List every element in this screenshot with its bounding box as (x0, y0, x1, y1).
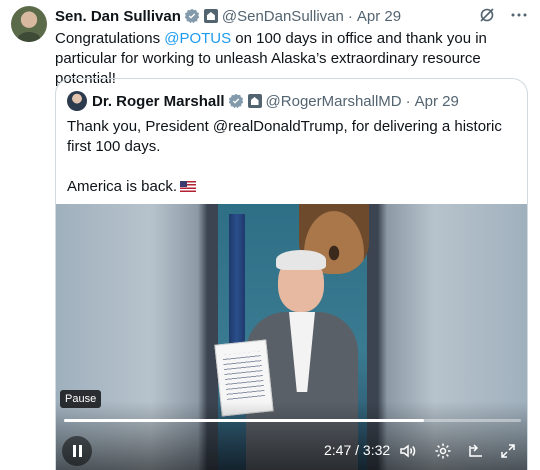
quoted-text: Thank you, President @realDonaldTrump, f… (67, 117, 517, 197)
separator-dot: · (347, 7, 353, 25)
progress-bar[interactable] (64, 419, 521, 422)
quoted-author-name[interactable]: Dr. Roger Marshall (92, 93, 225, 110)
us-flag-icon (180, 181, 197, 192)
tweet-header: Sen. Dan Sullivan @SenDanSullivan · Apr … (55, 6, 401, 26)
volume-icon[interactable] (399, 442, 417, 460)
progress-fill (64, 419, 425, 422)
verified-badge-icon (184, 8, 200, 24)
fullscreen-icon[interactable] (499, 442, 517, 460)
grok-icon[interactable] (478, 6, 496, 24)
settings-icon[interactable] (434, 442, 452, 460)
author-handle[interactable]: @SenDanSullivan (222, 8, 344, 25)
separator-dot: · (405, 92, 411, 110)
time-display: 2:47 / 3:32 (324, 442, 391, 458)
tweet-text-start: Congratulations (55, 30, 165, 47)
quoted-header: Dr. Roger Marshall @RogerMarshallMD · Ap… (92, 91, 459, 111)
tweet-date[interactable]: Apr 29 (357, 8, 401, 25)
government-label-icon[interactable] (203, 9, 218, 23)
quoted-author-handle[interactable]: @RogerMarshallMD (266, 93, 402, 110)
mention-link[interactable]: @POTUS (164, 30, 231, 47)
header-actions (478, 6, 528, 24)
tweet[interactable]: Sen. Dan Sullivan @SenDanSullivan · Apr … (0, 0, 540, 470)
video-player[interactable]: Pause 2:47 / 3:32 (56, 204, 527, 470)
quoted-tweet[interactable]: Dr. Roger Marshall @RogerMarshallMD · Ap… (55, 78, 528, 470)
quoted-date[interactable]: Apr 29 (415, 93, 459, 110)
pause-button[interactable] (62, 436, 92, 466)
quoted-text-line2: America is back. (67, 178, 178, 195)
video-controls-shade (56, 401, 527, 470)
author-name[interactable]: Sen. Dan Sullivan (55, 8, 181, 25)
quoted-avatar[interactable] (67, 91, 87, 111)
avatar[interactable] (11, 6, 47, 42)
quoted-text-line1: Thank you, President @realDonaldTrump, f… (67, 118, 502, 155)
more-icon[interactable] (510, 6, 528, 24)
government-label-icon[interactable] (247, 94, 262, 108)
pause-tooltip: Pause (60, 390, 102, 408)
verified-badge-icon (228, 93, 244, 109)
speaker-hair (276, 250, 326, 270)
quoted-text-line2-wrap: America is back. (67, 177, 517, 197)
pip-icon[interactable] (467, 442, 485, 460)
